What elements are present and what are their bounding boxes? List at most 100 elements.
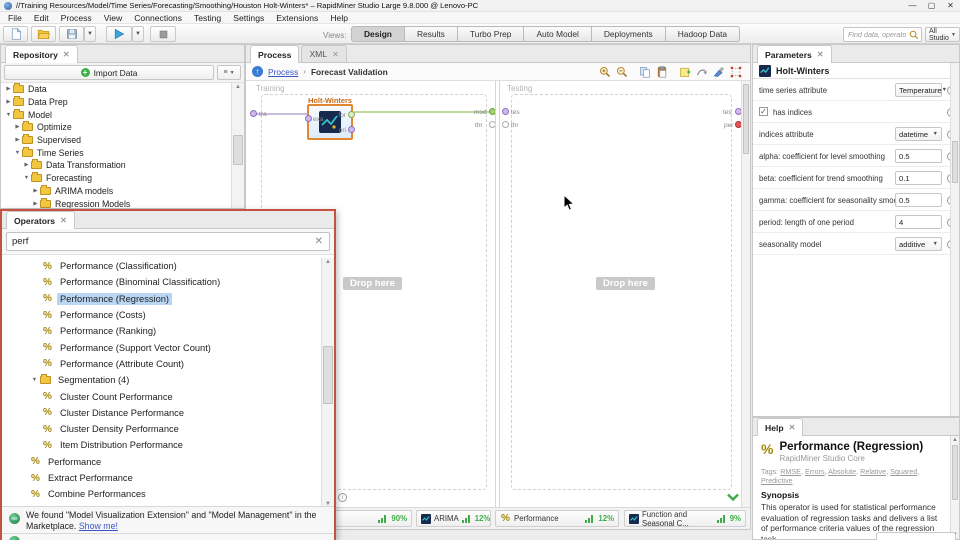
help-tag-absolute[interactable]: Absolute (828, 467, 856, 476)
chevron-down-icon[interactable] (30, 377, 39, 383)
param-select-seasonality-model[interactable]: additive ▼ (895, 237, 942, 251)
help-tag-squared[interactable]: Squared (890, 467, 917, 476)
param-input-alpha-coefficient-for-level-smoothing[interactable]: 0.5 (895, 149, 942, 163)
close-icon[interactable] (817, 50, 824, 59)
menu-testing[interactable]: Testing (188, 12, 227, 24)
operator-item-performance-support-vector-count[interactable]: Performance (Support Vector Count) (2, 339, 321, 355)
operator-item-combine-performances[interactable]: Combine Performances (2, 486, 321, 502)
save-process-button[interactable] (59, 26, 84, 42)
has-indices-checkbox[interactable] (759, 107, 768, 116)
help-tag-predictive[interactable]: Predictive (761, 476, 793, 485)
chevron-right-icon[interactable] (13, 137, 22, 143)
view-tab-design[interactable]: Design (351, 26, 405, 42)
operators-scrollbar[interactable]: ▲ ▼ (321, 258, 334, 508)
menu-extensions[interactable]: Extensions (270, 12, 324, 24)
close-button[interactable]: ✕ (941, 0, 960, 12)
param-input-beta-coefficient-for-trend-smoothing[interactable]: 0.1 (895, 171, 942, 185)
operator-item-segmentation-4[interactable]: Segmentation (4) (2, 372, 321, 388)
port-operator-exa[interactable] (305, 115, 312, 122)
operator-item-performance-costs[interactable]: Performance (Costs) (2, 307, 321, 323)
navigate-up-icon[interactable] (252, 66, 263, 77)
view-tab-results[interactable]: Results (403, 26, 458, 42)
scroll-up-icon[interactable]: ▲ (322, 259, 334, 265)
repo-node-data-transformation[interactable]: Data Transformation (1, 159, 231, 172)
param-input-period-length-of-one-period[interactable]: 4 (895, 215, 942, 229)
chevron-right-icon[interactable] (31, 201, 40, 207)
operator-holt-winters[interactable]: Holt-Winters exa for ori (305, 96, 355, 140)
zoom-in-icon[interactable] (599, 66, 611, 78)
repo-node-optimize[interactable]: Optimize (1, 121, 231, 134)
operator-item-performance[interactable]: Performance (2, 454, 321, 470)
help-filter-field[interactable] (876, 532, 956, 540)
recommended-operator-function-and-seasonal-c[interactable]: Function and Seasonal C... 9% (624, 510, 746, 528)
menu-edit[interactable]: Edit (28, 12, 55, 24)
repo-node-supervised[interactable]: Supervised (1, 134, 231, 147)
minimize-button[interactable]: — (903, 0, 922, 12)
help-tag-rmse[interactable]: RMSE (780, 467, 801, 476)
close-icon[interactable] (60, 216, 67, 225)
port-testing-input-thr[interactable] (502, 121, 509, 128)
port-operator-ori[interactable] (348, 126, 355, 133)
operator-item-performance-ranking[interactable]: Performance (Ranking) (2, 323, 321, 339)
repo-node-forecasting[interactable]: Forecasting (1, 172, 231, 185)
repo-node-model[interactable]: Model (1, 108, 231, 121)
tab-xml[interactable]: XML (301, 45, 347, 62)
operator-item-extract-performance[interactable]: Extract Performance (2, 470, 321, 486)
operator-item-item-distribution-performance[interactable]: Item Distribution Performance (2, 437, 321, 453)
recommended-operator-arima[interactable]: ARIMA 12% (416, 510, 491, 527)
operator-item-performance-attribute-count[interactable]: Performance (Attribute Count) (2, 356, 321, 372)
repository-menu-button[interactable]: ≡ ▼ (217, 65, 241, 80)
menu-process[interactable]: Process (55, 12, 98, 24)
menu-settings[interactable]: Settings (227, 12, 270, 24)
chevron-down-icon[interactable] (22, 175, 31, 181)
maximize-button[interactable]: ▢ (922, 0, 941, 12)
run-button[interactable] (106, 26, 132, 42)
repo-node-arima-models[interactable]: ARIMA models (1, 184, 231, 198)
search-scope-dropdown[interactable]: All Studio ▼ (925, 27, 960, 42)
repo-node-data-prep[interactable]: Data Prep (1, 96, 231, 109)
fit-view-icon[interactable] (730, 66, 742, 78)
tab-repository[interactable]: Repository (5, 45, 78, 63)
add-note-icon[interactable] (679, 66, 691, 78)
port-operator-for[interactable] (348, 111, 355, 118)
save-dropdown-button[interactable]: ▼ (84, 26, 96, 42)
tab-help[interactable]: Help (757, 418, 804, 436)
breadcrumb-root-link[interactable]: Process (268, 67, 298, 77)
operator-item-performance-classification[interactable]: Performance (Classification) (2, 258, 321, 274)
stop-button[interactable] (150, 26, 176, 42)
recommended-operator-performance[interactable]: Performance 12% (495, 510, 619, 527)
scroll-up-icon[interactable]: ▲ (232, 84, 244, 90)
chevron-down-icon[interactable] (13, 150, 22, 156)
testing-drop-zone[interactable] (511, 94, 732, 490)
help-tag-errors[interactable]: Errors (805, 467, 825, 476)
repository-scrollbar[interactable]: ▲ (231, 83, 244, 208)
canvas-scrollbar[interactable] (741, 81, 750, 509)
chevron-right-icon[interactable] (4, 86, 13, 92)
tab-operators[interactable]: Operators (6, 211, 75, 229)
tab-process[interactable]: Process (250, 45, 300, 63)
port-testing-input-tes[interactable] (502, 108, 509, 115)
new-process-button[interactable] (3, 26, 28, 42)
brush-icon[interactable] (713, 66, 725, 78)
help-scrollbar[interactable]: ▲ ▼ (950, 436, 959, 539)
run-dropdown-button[interactable]: ▼ (132, 26, 144, 42)
close-icon[interactable] (789, 423, 796, 432)
repo-node-data[interactable]: Data (1, 83, 231, 96)
menu-help[interactable]: Help (324, 12, 354, 24)
operator-item-cluster-distance-performance[interactable]: Cluster Distance Performance (2, 405, 321, 421)
view-tab-deployments[interactable]: Deployments (590, 26, 666, 42)
repo-node-regression-models[interactable]: Regression Models (1, 197, 231, 208)
close-icon[interactable] (63, 50, 70, 59)
operator-item-performance-binominal-classification[interactable]: Performance (Binominal Classification) (2, 274, 321, 290)
copy-icon[interactable] (639, 66, 651, 78)
auto-wire-icon[interactable] (696, 66, 708, 78)
param-input-gamma-coefficient-for-seasonality-smoothing[interactable]: 0.5 (895, 193, 942, 207)
chevron-right-icon[interactable] (4, 99, 13, 105)
open-process-button[interactable] (31, 26, 56, 42)
chevron-right-icon[interactable] (31, 188, 40, 194)
collapse-recommendations-icon[interactable] (726, 493, 740, 502)
help-tag-relative[interactable]: Relative (860, 467, 886, 476)
global-search-box[interactable] (843, 27, 922, 42)
chevron-right-icon[interactable] (13, 124, 22, 130)
close-icon[interactable] (332, 50, 339, 59)
